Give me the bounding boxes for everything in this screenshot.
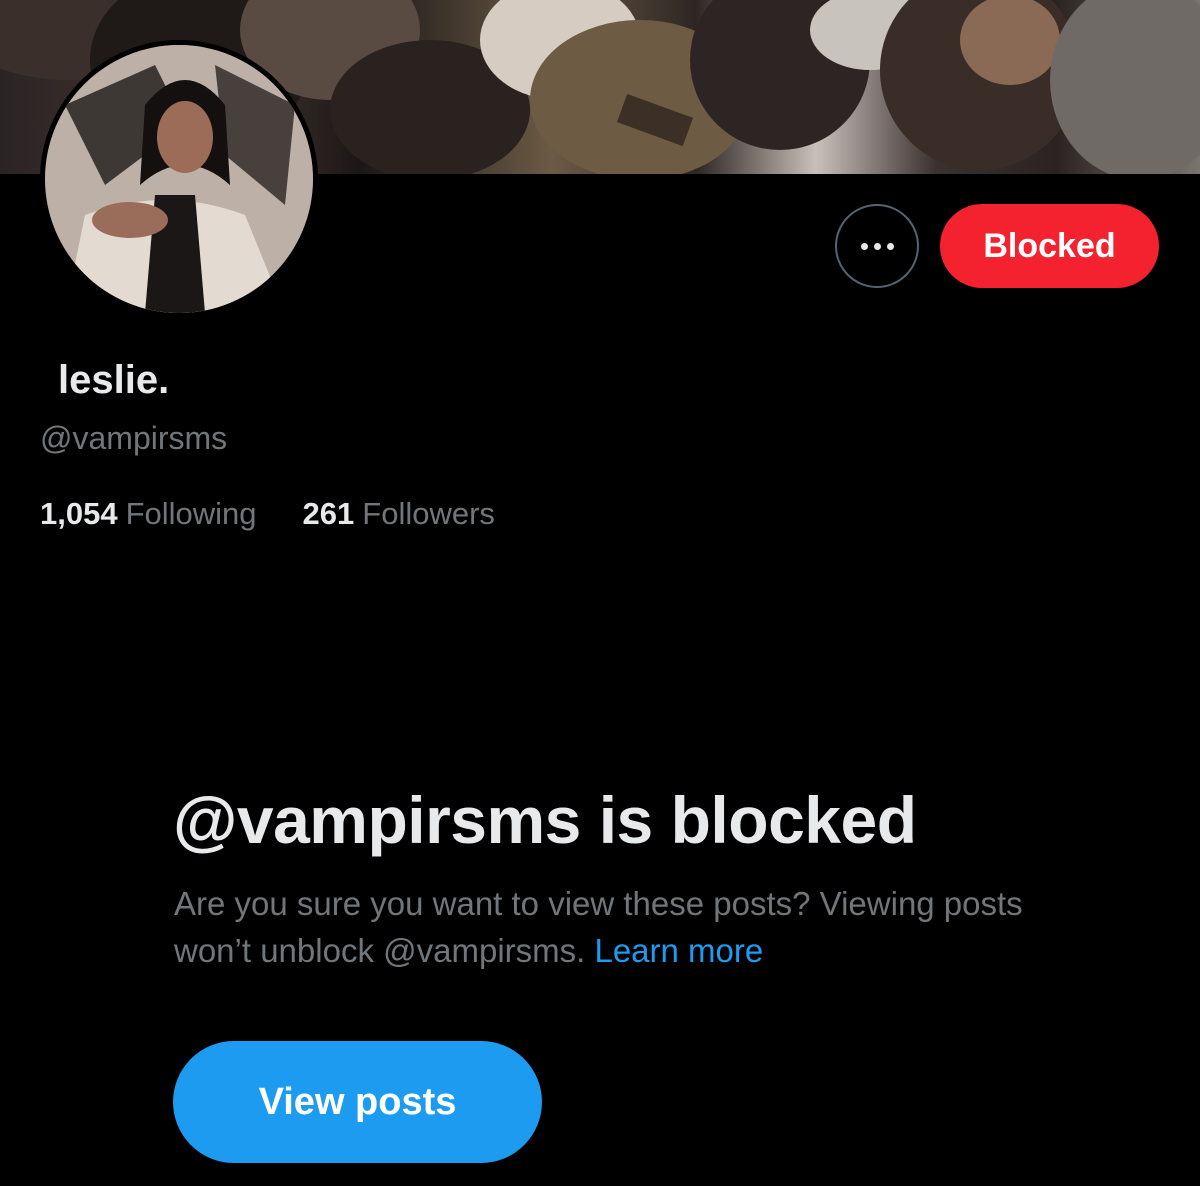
profile-avatar[interactable]	[40, 40, 318, 318]
more-horizontal-icon	[860, 242, 894, 250]
blocked-notice-description: Are you sure you want to view these post…	[174, 880, 1034, 974]
followers-count: 261	[302, 496, 355, 531]
view-posts-button[interactable]: View posts	[173, 1041, 542, 1163]
followers-link[interactable]: 261 Followers	[303, 496, 495, 532]
blocked-button[interactable]: Blocked	[940, 204, 1159, 288]
following-count: 1,054	[40, 496, 118, 531]
blocked-notice-title: @vampirsms is blocked	[173, 783, 917, 857]
following-label: Following	[125, 496, 257, 531]
avatar-image	[45, 45, 313, 313]
followers-label: Followers	[362, 496, 495, 531]
more-options-button[interactable]	[835, 204, 919, 288]
profile-display-name: leslie.	[58, 358, 170, 402]
blocked-button-label: Blocked	[983, 226, 1116, 265]
view-posts-label: View posts	[258, 1080, 457, 1123]
profile-handle: @vampirsms	[40, 420, 228, 456]
learn-more-link[interactable]: Learn more	[594, 932, 763, 969]
profile-stats: 1,054 Following 261 Followers	[40, 496, 495, 532]
following-link[interactable]: 1,054 Following	[40, 496, 257, 532]
